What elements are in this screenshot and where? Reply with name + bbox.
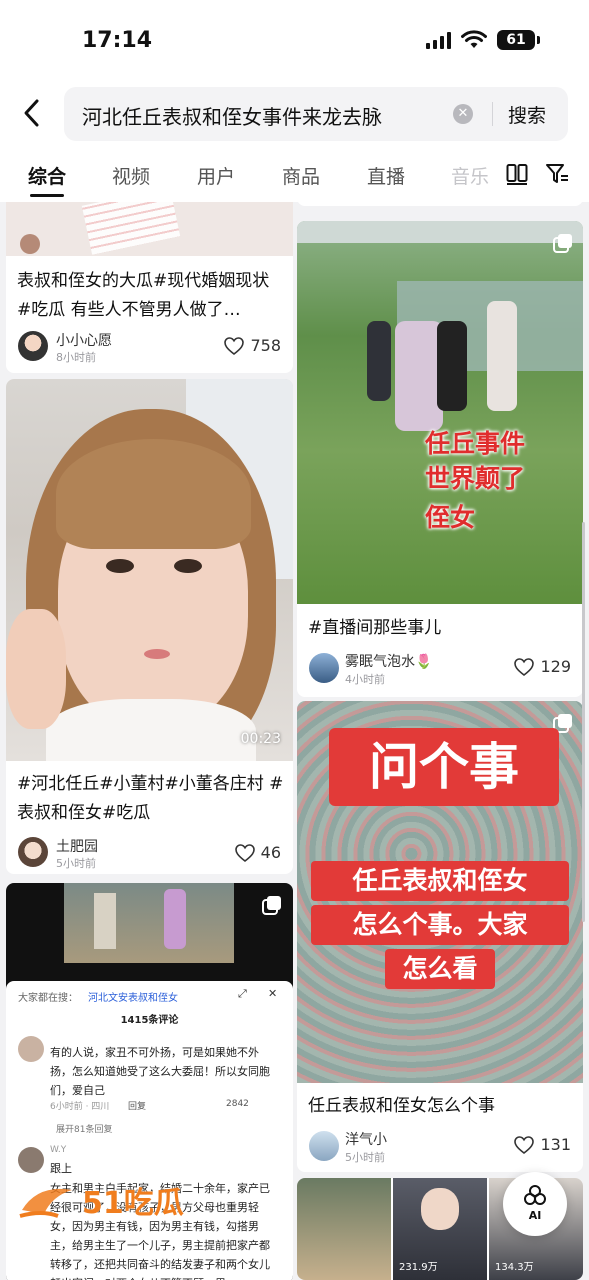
tab-users[interactable]: 用户 <box>197 162 235 189</box>
comment-time: 6小时前 · 四川 <box>50 1102 110 1112</box>
tab-music[interactable]: 音乐 <box>451 162 489 189</box>
overlay-headline: 问个事 <box>329 728 559 806</box>
post-time: 5小时前 <box>56 857 96 870</box>
post-card[interactable] <box>297 202 583 206</box>
search-divider <box>492 102 493 126</box>
like-count: 131 <box>540 1135 571 1154</box>
close-icon: ✕ <box>268 987 278 1000</box>
overlay-text: 怎么看 <box>385 949 495 989</box>
expand-replies: 展开81条回复 <box>56 1125 113 1135</box>
multi-image-icon <box>262 896 281 915</box>
author-name[interactable]: 洋气小 <box>345 1129 387 1149</box>
tab-indicator <box>30 194 64 197</box>
post-title: 表叔和侄女的大瓜#现代婚姻现状 #吃瓜 有些人不管男人做了… <box>17 271 270 320</box>
like-button[interactable]: 46 <box>234 843 281 862</box>
like-button[interactable]: 129 <box>514 657 571 676</box>
heart-icon <box>234 843 255 862</box>
comment-user: W.Y <box>50 1145 67 1155</box>
comment-text: 跟上 <box>50 1162 72 1175</box>
ai-assistant-button[interactable]: AI <box>503 1172 567 1236</box>
post-card[interactable]: 问个事 任丘表叔和侄女 怎么个事。大家 怎么看 任丘表叔和侄女怎么个事 洋气小 … <box>297 701 583 1172</box>
post-title: #直播间那些事儿 <box>308 618 442 638</box>
tab-video[interactable]: 视频 <box>112 162 150 189</box>
search-button[interactable]: 搜索 <box>508 101 546 128</box>
watermark-text: 51吃瓜 <box>82 1186 184 1221</box>
heart-icon <box>514 1135 535 1154</box>
watermark-logo-icon <box>19 1188 72 1218</box>
avatar <box>18 1036 44 1062</box>
comment-count: 1415条评论 <box>120 1015 179 1026</box>
author-name[interactable]: 雾眠气泡水🌷 <box>345 651 432 671</box>
post-image <box>297 1178 391 1280</box>
tab-bar: 综合 视频 用户 商品 直播 音乐 <box>0 148 589 202</box>
view-count: 231.9万 <box>399 1262 438 1273</box>
back-arrow-icon[interactable] <box>18 96 48 130</box>
heart-icon <box>224 336 245 355</box>
battery-icon: 61 <box>497 30 540 50</box>
overlay-text: 怎么个事。大家 <box>311 905 569 945</box>
hot-search-label: 大家都在搜： <box>18 993 78 1004</box>
post-title: 任丘表叔和侄女怎么个事 <box>308 1096 495 1116</box>
heart-icon <box>514 657 535 676</box>
author-name[interactable]: 小小心愿 <box>56 330 112 350</box>
comment-like-count: 2842 <box>226 1099 249 1109</box>
hot-search-term: 河北文安表叔和侄女 <box>88 993 178 1004</box>
search-input[interactable]: 河北任丘表叔和侄女事件来龙去脉 ✕ 搜索 <box>64 87 568 141</box>
status-time: 17:14 <box>82 28 153 53</box>
post-time: 5小时前 <box>345 1151 385 1164</box>
video-thumbnail <box>6 379 293 761</box>
video-duration: 00:23 <box>240 731 281 747</box>
clear-icon[interactable]: ✕ <box>453 104 473 124</box>
like-count: 758 <box>250 336 281 355</box>
author-name[interactable]: 土肥园 <box>56 836 98 856</box>
post-image <box>297 221 583 604</box>
scrollbar[interactable] <box>582 522 585 922</box>
tab-live[interactable]: 直播 <box>367 162 405 189</box>
results-feed[interactable]: 表叔和侄女的大瓜#现代婚姻现状 #吃瓜 有些人不管男人做了… 小小心愿 8小时前… <box>0 202 589 1280</box>
tab-products[interactable]: 商品 <box>282 162 320 189</box>
like-count: 129 <box>540 657 571 676</box>
post-card[interactable]: 表叔和侄女的大瓜#现代婚姻现状 #吃瓜 有些人不管男人做了… 小小心愿 8小时前… <box>6 202 293 373</box>
overlay-text: 任丘事件 <box>425 429 526 458</box>
reply-label: 回复 <box>128 1102 147 1112</box>
avatar[interactable] <box>309 1131 339 1161</box>
tab-comprehensive[interactable]: 综合 <box>28 162 66 189</box>
post-card[interactable]: 任丘事件 世界颠了 侄女 #直播间那些事儿 雾眠气泡水🌷 4小时前 129 <box>297 221 583 697</box>
comment-text: 有的人说，家丑不可外扬，可是如果她不外扬，怎么知道她受了这么大委屈！所以女同胞们… <box>50 1046 270 1097</box>
overlay-text: 侄女 <box>425 503 476 532</box>
multi-image-icon <box>553 234 572 253</box>
watermark: 51吃瓜 <box>18 1178 184 1222</box>
post-title: #河北任丘#小董村#小董各庄村 #表叔和侄女#吃瓜 <box>17 774 284 823</box>
status-icons: 61 <box>426 30 540 50</box>
post-image <box>64 883 234 963</box>
signal-icon <box>426 31 451 49</box>
search-header: 河北任丘表叔和侄女事件来龙去脉 ✕ 搜索 <box>0 82 589 148</box>
like-count: 46 <box>260 843 281 862</box>
post-image <box>6 202 293 256</box>
avatar <box>18 1147 44 1173</box>
avatar[interactable] <box>18 837 48 867</box>
wifi-icon <box>461 30 487 48</box>
like-button[interactable]: 758 <box>224 336 281 355</box>
ai-label: AI <box>528 1209 542 1222</box>
ai-icon <box>524 1185 546 1205</box>
avatar[interactable] <box>18 331 48 361</box>
layout-toggle-icon[interactable] <box>506 163 528 185</box>
overlay-text: 任丘表叔和侄女 <box>311 861 569 901</box>
status-bar: 17:14 61 <box>0 0 589 82</box>
view-count: 134.3万 <box>495 1262 534 1273</box>
comment-panel: 大家都在搜： 河北文安表叔和侄女 ⤢ ✕ 1415条评论 有的人说，家丑不可外扬… <box>6 981 293 1280</box>
avatar[interactable] <box>309 653 339 683</box>
like-button[interactable]: 131 <box>514 1135 571 1154</box>
overlay-text: 世界颠了 <box>425 464 526 493</box>
post-time: 4小时前 <box>345 673 385 686</box>
post-time: 8小时前 <box>56 351 96 364</box>
search-query-text: 河北任丘表叔和侄女事件来龙去脉 <box>82 105 382 129</box>
post-card[interactable]: 00:23 #河北任丘#小董村#小董各庄村 #表叔和侄女#吃瓜 土肥园 5小时前… <box>6 379 293 874</box>
filter-icon[interactable] <box>545 162 569 186</box>
expand-icon: ⤢ <box>238 987 247 1000</box>
